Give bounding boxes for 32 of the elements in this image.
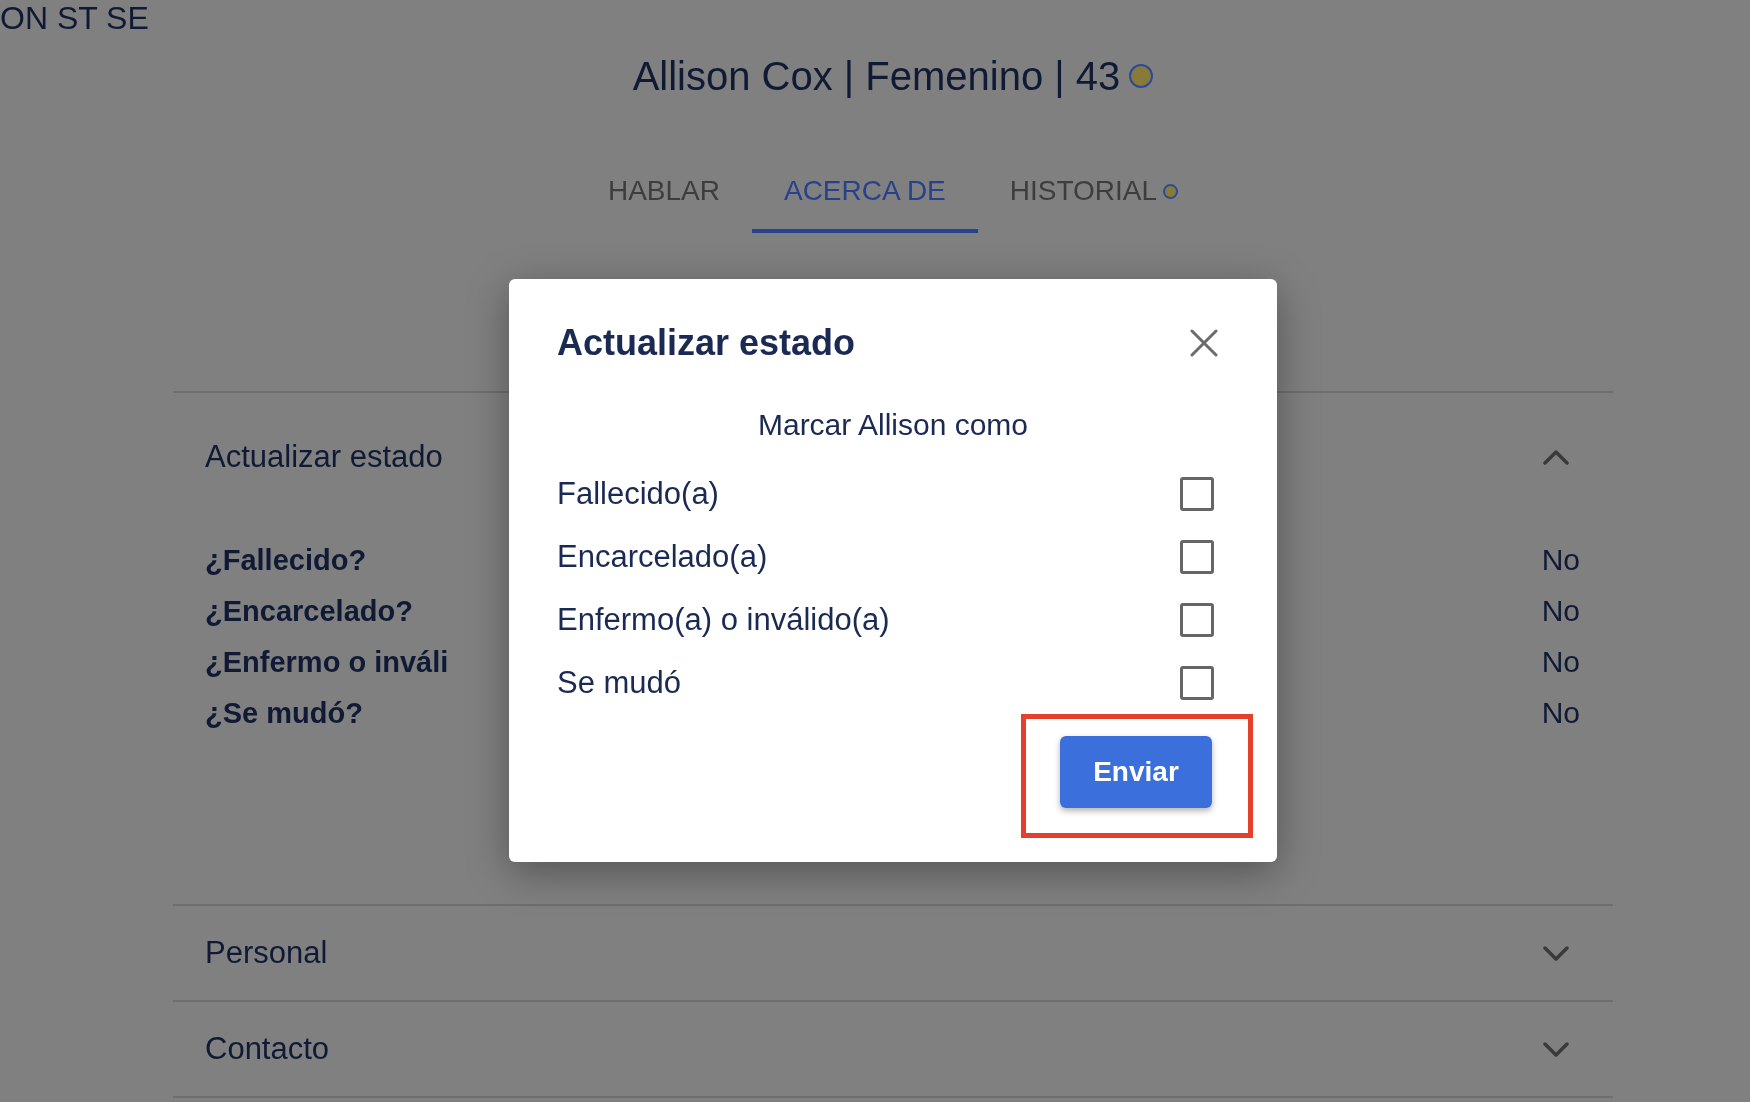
chevron-up-icon[interactable] <box>1543 449 1569 465</box>
tab[interactable]: ACERCA DE <box>751 151 978 233</box>
field-label: ¿Fallecido? <box>205 542 367 578</box>
checkbox[interactable] <box>1180 665 1214 700</box>
section-title: Actualizar estado <box>205 438 443 476</box>
field-value: No <box>1541 643 1580 680</box>
field-label: ¿Enfermo o inváli <box>205 644 449 680</box>
section-title: Contacto <box>205 1030 330 1068</box>
checkbox[interactable] <box>1180 602 1214 637</box>
option-label: Enfermo(a) o inválido(a) <box>557 600 890 639</box>
option-label: Fallecido(a) <box>557 474 719 513</box>
dialog-title: Actualizar estado <box>557 321 856 365</box>
checkbox[interactable] <box>1180 476 1214 511</box>
field-label: ¿Se mudó? <box>205 695 363 731</box>
option-label: Se mudó <box>557 663 682 702</box>
field-value: No <box>1541 592 1580 629</box>
chevron-down-icon[interactable] <box>1543 945 1569 961</box>
field-value: No <box>1541 694 1580 731</box>
option-label: Encarcelado(a) <box>557 537 768 576</box>
person-title: Allison Cox | Femenino | 43 <box>632 53 1121 100</box>
section-title: Personal <box>205 934 328 972</box>
close-icon <box>1190 329 1218 357</box>
cut-off-text: ON ST SE <box>0 0 149 36</box>
submit-button[interactable]: Enviar <box>1060 736 1212 808</box>
close-button[interactable] <box>1189 328 1219 358</box>
tab[interactable]: HISTORIAL <box>977 151 1211 233</box>
field-label: ¿Encarcelado? <box>205 593 413 629</box>
checkbox[interactable] <box>1180 539 1214 574</box>
tab[interactable]: HABLAR <box>575 151 752 233</box>
chevron-down-icon[interactable] <box>1543 1041 1569 1057</box>
field-value: No <box>1541 541 1580 578</box>
dialog-prompt: Marcar Allison como <box>757 407 1029 443</box>
